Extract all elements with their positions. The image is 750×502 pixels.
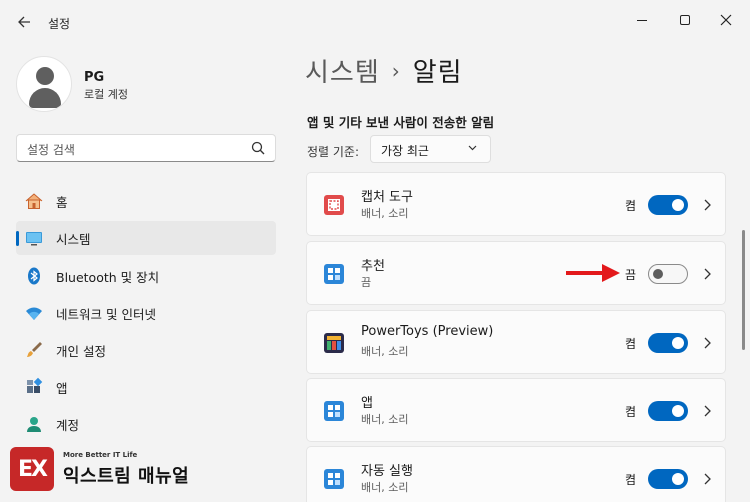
- search-placeholder: 설정 검색: [27, 143, 75, 157]
- sidebar-item-apps[interactable]: 앱: [16, 370, 276, 404]
- app-notification-card[interactable]: PowerToys (Preview) 배너, 소리 켬: [306, 310, 726, 374]
- toggle-state-label: 켬: [625, 405, 637, 419]
- powertoys-icon: [322, 331, 346, 355]
- app-tile-icon: [322, 262, 346, 286]
- watermark-name: 익스트림 매뉴얼: [63, 466, 190, 487]
- app-name: 추천: [361, 259, 385, 274]
- wifi-icon: [24, 303, 44, 323]
- notification-toggle[interactable]: [648, 195, 688, 215]
- sort-selected-value: 가장 최근: [381, 144, 429, 158]
- app-notification-summary: 끔: [361, 276, 372, 289]
- sidebar-item-label: 개인 설정: [56, 343, 106, 359]
- toggle-state-label: 켬: [625, 199, 637, 213]
- title-bar: 설정: [0, 0, 750, 42]
- notification-toggle[interactable]: [648, 401, 688, 421]
- sort-label: 정렬 기준:: [307, 145, 360, 159]
- breadcrumb-parent[interactable]: 시스템: [305, 58, 380, 88]
- toggle-knob: [672, 405, 684, 417]
- chevron-right-icon[interactable]: [700, 402, 714, 420]
- chevron-right-icon[interactable]: [700, 470, 714, 488]
- section-title: 앱 및 기타 보낸 사람이 전송한 알림: [307, 115, 495, 130]
- app-name: 자동 실행: [361, 464, 413, 479]
- app-notification-summary: 배너, 소리: [361, 413, 409, 426]
- watermark: EX More Better IT Life 익스트림 매뉴얼: [10, 447, 205, 491]
- avatar[interactable]: [16, 56, 72, 112]
- app-tile-icon: [322, 399, 346, 423]
- maximize-icon: [680, 15, 690, 25]
- annotation-arrow-icon: [566, 264, 620, 282]
- chevron-down-icon: [467, 142, 478, 156]
- sidebar-item-home[interactable]: 홈: [16, 184, 276, 218]
- system-display-icon: [24, 228, 44, 248]
- avatar-head-icon: [36, 67, 54, 85]
- avatar-body-icon: [29, 88, 61, 108]
- scrollbar[interactable]: [742, 230, 745, 350]
- sort-dropdown[interactable]: 가장 최근: [370, 135, 491, 163]
- maximize-button[interactable]: [671, 8, 699, 32]
- app-tile-icon: [322, 467, 346, 491]
- account-type: 로컬 계정: [84, 88, 128, 101]
- page-title: 알림: [412, 58, 463, 88]
- close-button[interactable]: [712, 8, 740, 32]
- app-notification-summary: 배너, 소리: [361, 207, 409, 220]
- sidebar-item-system[interactable]: 시스템: [16, 221, 276, 255]
- toggle-state-label: 켬: [625, 473, 637, 487]
- sidebar-item-label: 계정: [56, 417, 80, 433]
- notification-toggle[interactable]: [648, 469, 688, 489]
- apps-icon: [24, 377, 44, 397]
- toggle-state-label: 끔: [625, 268, 637, 282]
- account-icon: [24, 414, 44, 434]
- app-name: 캡처 도구: [361, 190, 413, 205]
- window-title: 설정: [48, 17, 71, 31]
- notification-toggle[interactable]: [648, 264, 688, 284]
- bluetooth-icon: [24, 266, 44, 286]
- snipping-tool-icon: [322, 193, 346, 217]
- toggle-knob: [672, 199, 684, 211]
- app-notification-card[interactable]: 앱 배너, 소리 켬: [306, 378, 726, 442]
- app-notification-card[interactable]: 자동 실행 배너, 소리 켬: [306, 446, 726, 502]
- app-notification-card[interactable]: 추천 끔 끔: [306, 241, 726, 305]
- watermark-tagline: More Better IT Life: [63, 451, 138, 459]
- search-input[interactable]: 설정 검색: [16, 134, 276, 162]
- toggle-knob: [653, 269, 663, 279]
- user-name: PG: [84, 70, 105, 85]
- back-button[interactable]: [12, 10, 36, 34]
- app-notification-card[interactable]: 캡처 도구 배너, 소리 켬: [306, 172, 726, 236]
- chevron-right-icon[interactable]: [700, 265, 714, 283]
- app-name: PowerToys (Preview): [361, 324, 494, 339]
- sidebar-item-label: 시스템: [56, 231, 91, 247]
- minimize-icon: [637, 19, 647, 21]
- sidebar-item-personalization[interactable]: 개인 설정: [16, 333, 276, 367]
- app-notification-summary: 배너, 소리: [361, 345, 409, 358]
- sidebar-item-label: Bluetooth 및 장치: [56, 269, 160, 285]
- breadcrumb-separator: ›: [391, 59, 401, 83]
- chevron-right-icon[interactable]: [700, 334, 714, 352]
- toggle-knob: [672, 337, 684, 349]
- sidebar-item-label: 네트워크 및 인터넷: [56, 306, 156, 322]
- app-name: 앱: [361, 396, 373, 411]
- search-icon[interactable]: [251, 141, 265, 155]
- sidebar-item-network[interactable]: 네트워크 및 인터넷: [16, 296, 276, 330]
- close-icon: [720, 14, 732, 26]
- sidebar-item-label: 앱: [56, 380, 68, 396]
- home-icon: [24, 191, 44, 211]
- breadcrumb: 시스템 › 알림: [305, 52, 463, 89]
- selection-indicator: [16, 231, 19, 246]
- notification-toggle[interactable]: [648, 333, 688, 353]
- logo: EX: [10, 447, 54, 491]
- paintbrush-icon: [24, 340, 44, 360]
- back-arrow-icon: [18, 16, 30, 28]
- toggle-state-label: 켬: [625, 337, 637, 351]
- sidebar-item-label: 홈: [56, 194, 68, 210]
- app-notification-summary: 배너, 소리: [361, 481, 409, 494]
- chevron-right-icon[interactable]: [700, 196, 714, 214]
- minimize-button[interactable]: [628, 8, 656, 32]
- sidebar-item-bluetooth[interactable]: Bluetooth 및 장치: [16, 259, 276, 293]
- sidebar-item-accounts[interactable]: 계정: [16, 407, 276, 441]
- toggle-knob: [672, 473, 684, 485]
